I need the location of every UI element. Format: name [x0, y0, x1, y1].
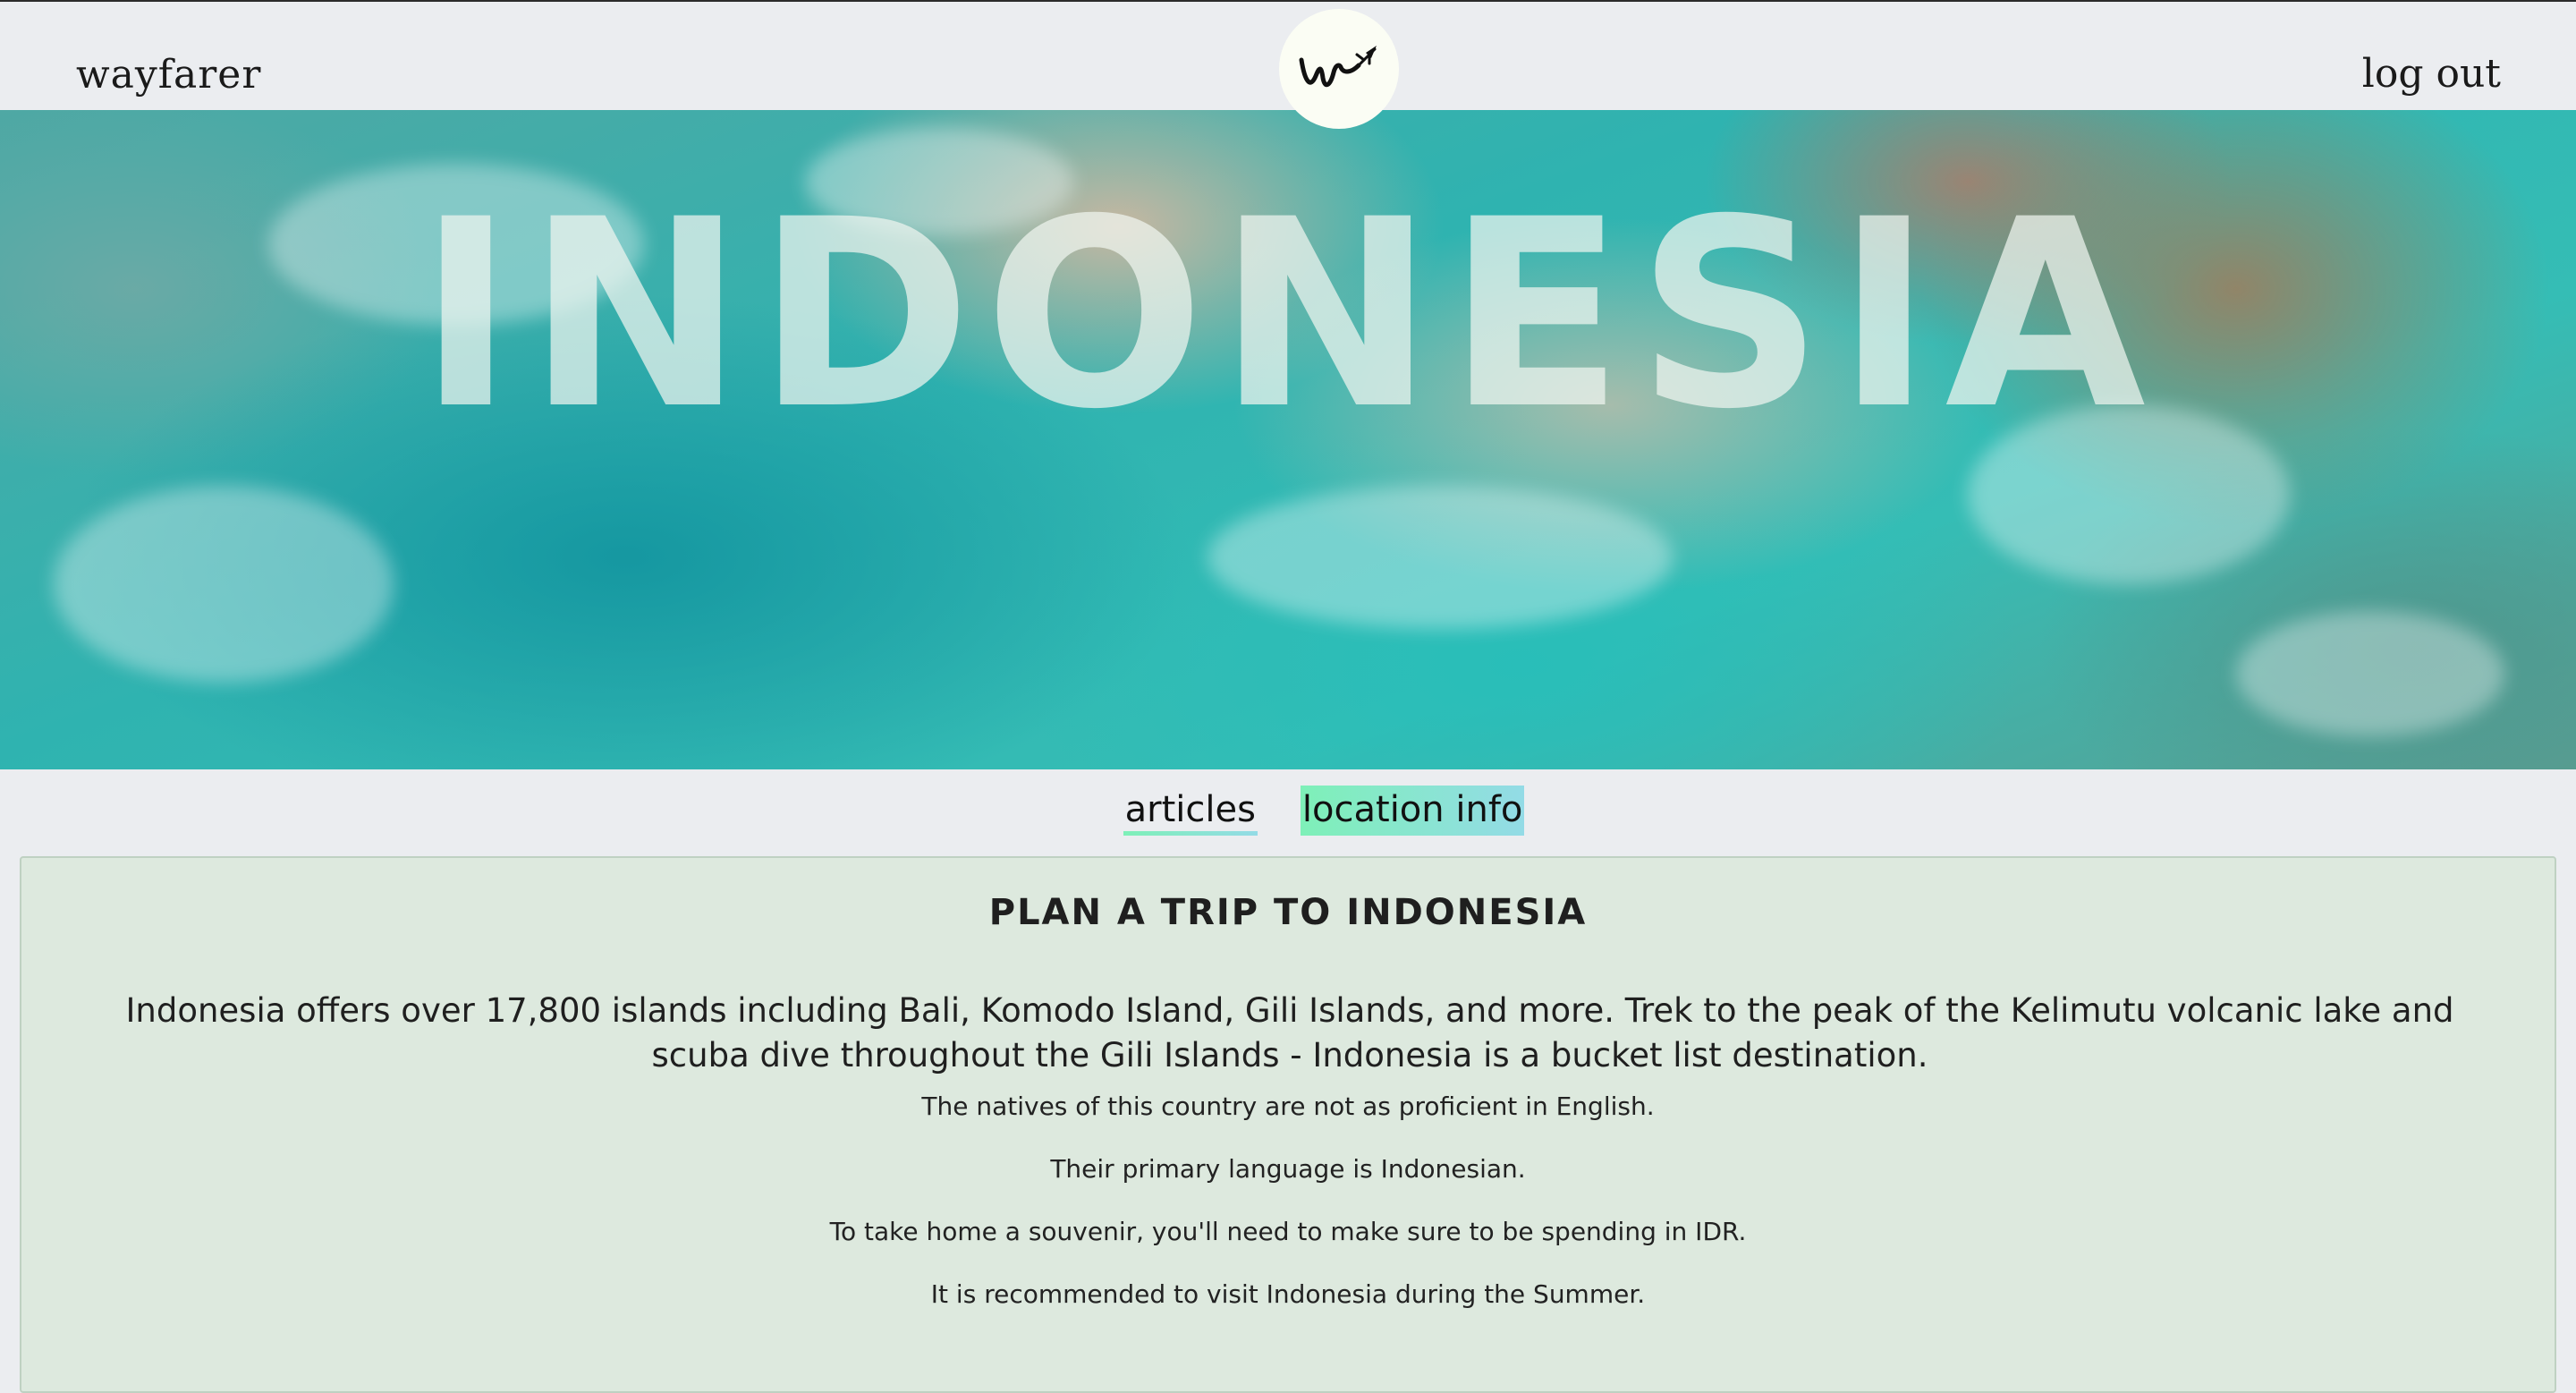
location-info-panel: PLAN A TRIP TO INDONESIA Indonesia offer… — [20, 856, 2556, 1393]
foam-texture — [2236, 611, 2504, 736]
brand-link[interactable]: wayfarer — [76, 52, 261, 98]
fact-language: Their primary language is Indonesian. — [1050, 1154, 1526, 1184]
fact-english: The natives of this country are not as p… — [921, 1091, 1655, 1121]
fact-season: It is recommended to visit Indonesia dur… — [930, 1279, 1646, 1309]
panel-intro: Indonesia offers over 17,800 islands inc… — [125, 991, 2454, 1074]
tab-location-info[interactable]: location info — [1300, 786, 1525, 836]
content-tabs: articles location info — [0, 786, 2576, 836]
logout-link[interactable]: log out — [2362, 51, 2501, 97]
hero-banner: INDONESIA — [0, 110, 2576, 769]
panel-title: PLAN A TRIP TO INDONESIA — [988, 892, 1588, 933]
airplane-signature-logo-icon — [1299, 46, 1377, 88]
logo[interactable] — [1279, 9, 1399, 129]
foam-texture — [1208, 486, 1673, 629]
tab-articles[interactable]: articles — [1123, 786, 1258, 836]
fact-currency: To take home a souvenir, you'll need to … — [829, 1217, 1747, 1246]
foam-texture — [54, 486, 394, 683]
hero-title: INDONESIA — [418, 165, 2158, 466]
